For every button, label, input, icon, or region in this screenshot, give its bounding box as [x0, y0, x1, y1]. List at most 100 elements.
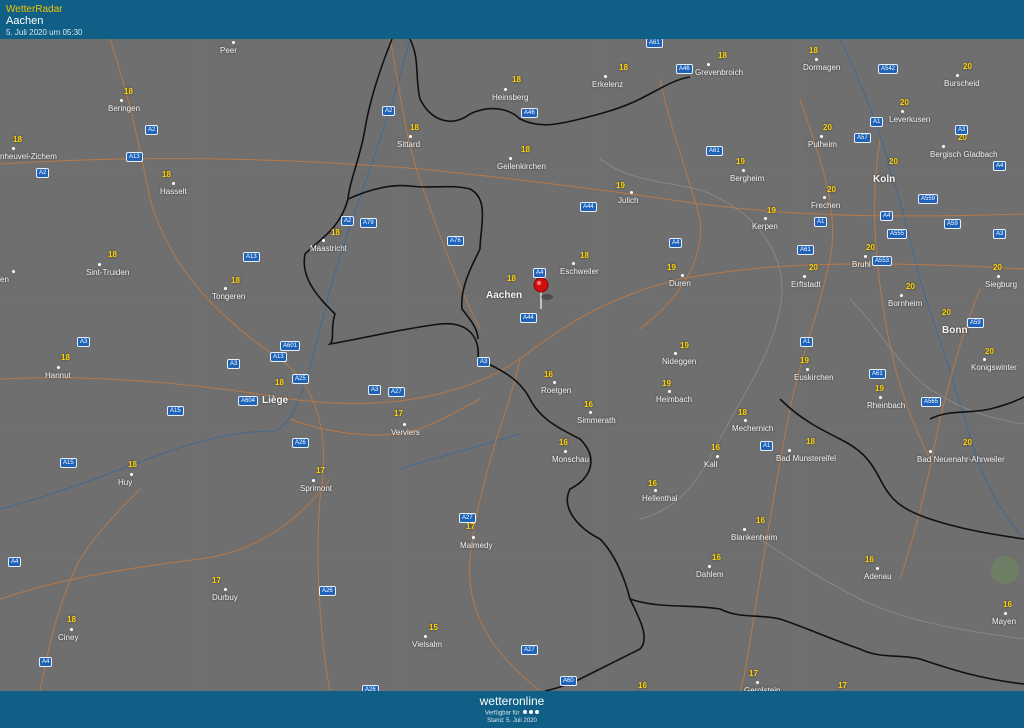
city-dot [901, 110, 904, 113]
city-dot [806, 368, 809, 371]
weather-radar-map[interactable]: Peer Beringen nheuvel-Zichem Hasselt Sint-Tr… [0, 39, 1024, 691]
city-label[interactable]: Heimbach [656, 395, 692, 404]
location-pin-icon[interactable] [533, 277, 553, 316]
temperature-value: 16 [584, 400, 593, 409]
city-label[interactable]: Eschweiler [560, 267, 599, 276]
temperature-value: 19 [736, 157, 745, 166]
city-label[interactable]: Konigswinter [971, 363, 1017, 372]
city-label[interactable]: Mayen [992, 617, 1016, 626]
city-label[interactable]: Bergisch Gladbach [930, 150, 998, 159]
city-label[interactable]: Bornheim [888, 299, 922, 308]
city-dot [742, 169, 745, 172]
location-title: Aachen [6, 15, 44, 27]
road-sign: A13 [126, 152, 143, 162]
city-label[interactable]: Roetgen [541, 386, 571, 395]
wetteronline-logo[interactable]: wetteronline [0, 694, 1024, 708]
city-label[interactable]: Hellenthal [642, 494, 678, 503]
city-label[interactable]: Simmerath [577, 416, 616, 425]
city-label[interactable]: Siegburg [985, 280, 1017, 289]
city-dot [403, 423, 406, 426]
city-label[interactable]: Bergheim [730, 174, 764, 183]
road-sign: A1 [760, 441, 774, 451]
road-sign: A44 [520, 313, 537, 323]
city-label[interactable]: Nideggen [662, 357, 696, 366]
city-label[interactable]: Dormagen [803, 63, 840, 72]
city-label[interactable]: Kerpen [752, 222, 778, 231]
city-label[interactable]: Malmedy [460, 541, 492, 550]
city-label[interactable]: Sint-Truiden [86, 268, 129, 277]
city-label[interactable]: Bonn [942, 325, 968, 336]
city-label[interactable]: Durbuy [212, 593, 238, 602]
city-dot [743, 528, 746, 531]
city-label[interactable]: en [0, 275, 9, 284]
city-dot [823, 196, 826, 199]
city-dot [553, 381, 556, 384]
city-label[interactable]: Rheinbach [867, 401, 905, 410]
road-sign: A604 [238, 396, 259, 406]
city-label[interactable]: nheuvel-Zichem [0, 152, 57, 161]
temperature-value: 18 [108, 250, 117, 259]
city-label[interactable]: Huy [118, 478, 132, 487]
city-dot [312, 479, 315, 482]
city-label[interactable]: Euskirchen [794, 373, 834, 382]
temperature-value: 20 [866, 243, 875, 252]
city-label[interactable]: Bad Neuenahr-Ahrweiler [917, 455, 1005, 464]
temperature-value: 18 [162, 170, 171, 179]
city-label[interactable]: Maastricht [310, 244, 347, 253]
city-label[interactable]: Dahlem [696, 570, 724, 579]
road-sign: A25 [292, 374, 309, 384]
road-sign: A46 [521, 108, 538, 118]
city-dot [716, 455, 719, 458]
city-label[interactable]: Adenau [864, 572, 892, 581]
temperature-value: 20 [900, 98, 909, 107]
city-label[interactable]: Geilenkirchen [497, 162, 546, 171]
city-label[interactable]: Kall [704, 460, 717, 469]
availability-text: Verfügbar für [484, 710, 520, 717]
city-label[interactable]: Verviers [391, 428, 420, 437]
city-label[interactable]: Frechen [811, 201, 840, 210]
city-dot [322, 239, 325, 242]
city-dot [564, 450, 567, 453]
city-dot [983, 358, 986, 361]
road-sign: A555 [887, 229, 908, 239]
city-label[interactable]: Tongeren [212, 292, 245, 301]
city-label[interactable]: Hasselt [160, 187, 187, 196]
city-label[interactable]: Julich [618, 196, 638, 205]
city-label[interactable]: Peer [220, 46, 237, 55]
city-label[interactable]: Grevenbroich [695, 68, 743, 77]
city-label[interactable]: Burscheid [944, 79, 980, 88]
road-sign: A61 [706, 146, 723, 156]
city-label[interactable]: Erkelenz [592, 80, 623, 89]
road-sign: A553 [872, 256, 893, 266]
city-label[interactable]: Bad Munstereifel [776, 454, 836, 463]
city-dot [98, 263, 101, 266]
city-label[interactable]: Blankenheim [731, 533, 777, 542]
city-label[interactable]: Bruhl [852, 260, 871, 269]
city-label[interactable]: Vielsalm [412, 640, 442, 649]
road-sign: A1 [870, 117, 884, 127]
city-dot [929, 450, 932, 453]
temperature-value: 17 [394, 409, 403, 418]
city-label[interactable]: Ciney [58, 633, 78, 642]
road-sign: A26 [292, 438, 309, 448]
city-label[interactable]: Duren [669, 279, 691, 288]
city-label[interactable]: Aachen [486, 290, 522, 301]
city-label[interactable]: Liège [262, 395, 288, 406]
city-label[interactable]: Sprimont [300, 484, 332, 493]
road-sign: A61 [797, 245, 814, 255]
city-label[interactable]: Monschau [552, 455, 589, 464]
city-label[interactable]: Pulheim [808, 140, 837, 149]
city-dot [70, 628, 73, 631]
city-label[interactable]: Leverkusen [889, 115, 930, 124]
city-label[interactable]: Beringen [108, 104, 140, 113]
temperature-value: 18 [67, 615, 76, 624]
city-dot [120, 99, 123, 102]
app-brand: WetterRadar [6, 4, 63, 15]
city-label[interactable]: Sittard [397, 140, 420, 149]
road-sign: A46 [676, 64, 693, 74]
city-label[interactable]: Erftstadt [791, 280, 821, 289]
city-label[interactable]: Koln [873, 174, 895, 185]
city-label[interactable]: Hannut [45, 371, 71, 380]
city-label[interactable]: Heinsberg [492, 93, 528, 102]
city-label[interactable]: Mechernich [732, 424, 773, 433]
